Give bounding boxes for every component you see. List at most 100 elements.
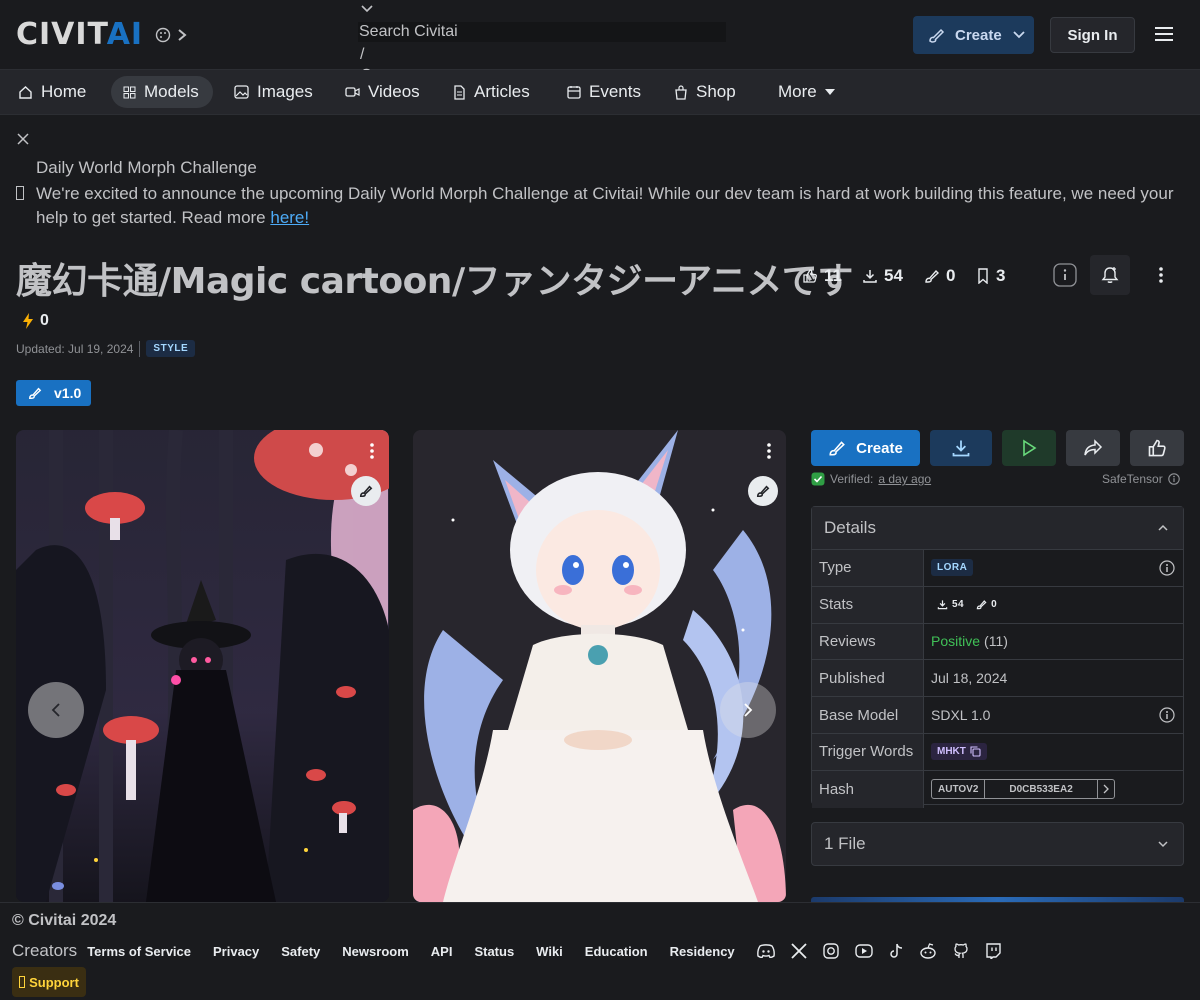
details-row-hash: Hash AUTOV2 D0CB533EA2 <box>812 770 1183 808</box>
twitch-icon[interactable] <box>985 943 1001 959</box>
download-button[interactable] <box>930 430 992 466</box>
github-icon[interactable] <box>953 943 969 959</box>
brush-icon <box>927 26 945 44</box>
chevron-down-icon <box>1012 30 1026 40</box>
verified-info: Verified: a day ago <box>811 472 931 486</box>
x-icon[interactable] <box>791 943 807 959</box>
download-icon <box>937 599 948 610</box>
share-button[interactable] <box>1066 430 1120 466</box>
info-icon[interactable] <box>1167 473 1180 485</box>
carousel-next-button[interactable] <box>720 682 776 738</box>
page-title: 魔幻卡通/Magic cartoon/ファンタジーアニメです <box>16 261 853 302</box>
card-menu-icon[interactable] <box>766 442 772 460</box>
like-button[interactable] <box>1130 430 1184 466</box>
details-header[interactable]: Details <box>812 507 1183 550</box>
category-badge[interactable]: STYLE <box>146 340 196 357</box>
menu-icon[interactable] <box>1154 25 1174 43</box>
reviews-count: (11) <box>984 633 1008 650</box>
calendar-icon <box>567 85 581 99</box>
more-options-icon[interactable] <box>1141 255 1181 295</box>
nav-item-images[interactable]: Images <box>226 76 321 108</box>
support-button[interactable]: Support <box>12 967 86 997</box>
support-icon <box>19 976 26 988</box>
logo[interactable]: CIVITAI <box>16 19 187 51</box>
footer-link-wiki[interactable]: Wiki <box>536 944 563 959</box>
carousel-prev-button[interactable] <box>28 682 84 738</box>
likes-stat: 11 <box>796 262 848 290</box>
youtube-icon[interactable] <box>854 944 873 958</box>
nav-item-more[interactable]: More <box>770 76 843 108</box>
footer-link-safety[interactable]: Safety <box>281 944 320 959</box>
chevron-right-icon <box>743 702 753 718</box>
footer: © Civitai 2024 Creators Terms of Service… <box>0 902 1200 1000</box>
notify-bell-icon[interactable] <box>1090 255 1130 295</box>
social-links <box>756 943 1001 959</box>
generations-stat: 0 <box>918 262 961 290</box>
banner-text: We're excited to announce the upcoming D… <box>36 184 1174 227</box>
info-icon[interactable] <box>1159 707 1175 723</box>
stats-downloads: 54 <box>931 596 970 613</box>
details-row-trigger-words: Trigger Words MHKT <box>812 733 1183 771</box>
footer-link-newsroom[interactable]: Newsroom <box>342 944 408 959</box>
gallery-image-1[interactable] <box>16 430 389 902</box>
updated-info: Updated: Jul 19, 2024 STYLE <box>16 340 196 357</box>
caret-down-icon <box>824 89 835 95</box>
info-icon[interactable] <box>1045 255 1085 295</box>
chevron-down-icon <box>1157 840 1169 848</box>
sign-in-button[interactable]: Sign In <box>1050 17 1135 53</box>
nav-item-events[interactable]: Events <box>559 76 649 108</box>
close-icon[interactable] <box>17 133 29 145</box>
trigger-word-chip[interactable]: MHKT <box>931 743 987 761</box>
copy-icon <box>970 746 981 757</box>
video-icon <box>345 86 360 98</box>
megaphone-icon <box>16 186 24 200</box>
shield-check-icon <box>811 472 825 486</box>
nav-item-home[interactable]: Home <box>10 76 94 108</box>
logo-extras[interactable] <box>155 27 187 43</box>
footer-link-creators[interactable]: Creators <box>12 941 77 961</box>
reviews-rating[interactable]: Positive <box>931 633 980 649</box>
footer-link-residency[interactable]: Residency <box>670 944 735 959</box>
footer-link-terms[interactable]: Terms of Service <box>87 944 191 959</box>
reddit-icon[interactable] <box>919 943 937 959</box>
details-row-reviews: Reviews Positive (11) <box>812 623 1183 661</box>
discord-icon[interactable] <box>756 944 775 958</box>
buzz-tips[interactable]: 0 <box>16 308 55 334</box>
instagram-icon[interactable] <box>822 943 839 959</box>
nav-item-videos[interactable]: Videos <box>337 76 428 108</box>
gallery-image-2[interactable] <box>413 430 786 902</box>
remix-icon[interactable] <box>748 476 778 506</box>
search-input[interactable] <box>358 22 726 42</box>
nav-item-shop[interactable]: Shop <box>666 76 744 108</box>
footer-links: Creators Terms of Service Privacy Safety… <box>12 941 1001 961</box>
palette-icon <box>155 27 171 43</box>
card-menu-icon[interactable] <box>369 442 375 460</box>
nav-item-articles[interactable]: Articles <box>445 76 538 108</box>
files-accordion[interactable]: 1 File <box>811 822 1184 866</box>
hash-box[interactable]: AUTOV2 D0CB533EA2 <box>931 779 1115 800</box>
create-button[interactable]: Create <box>913 16 1034 54</box>
version-chip[interactable]: v1.0 <box>16 380 91 406</box>
bag-icon <box>674 84 688 100</box>
generate-create-button[interactable]: Create <box>811 430 920 466</box>
share-icon <box>1083 439 1103 457</box>
banner-read-more-link[interactable]: here! <box>270 208 309 227</box>
remix-icon[interactable] <box>351 476 381 506</box>
footer-link-api[interactable]: API <box>431 944 453 959</box>
safetensor-info: SafeTensor <box>1102 472 1180 486</box>
thumbs-up-icon <box>1147 438 1167 458</box>
chevron-left-icon <box>51 702 61 718</box>
chevron-down-icon[interactable] <box>360 4 374 14</box>
footer-link-education[interactable]: Education <box>585 944 648 959</box>
info-icon[interactable] <box>1159 560 1175 576</box>
download-icon <box>862 268 878 284</box>
verified-date-link[interactable]: a day ago <box>878 472 931 486</box>
details-row-published: Published Jul 18, 2024 <box>812 660 1183 698</box>
tiktok-icon[interactable] <box>889 943 903 959</box>
nav-item-models[interactable]: Models <box>111 76 213 108</box>
footer-link-privacy[interactable]: Privacy <box>213 944 259 959</box>
download-icon <box>951 438 971 458</box>
try-play-button[interactable] <box>1002 430 1056 466</box>
footer-link-status[interactable]: Status <box>474 944 514 959</box>
witch-forest-illustration <box>16 430 389 902</box>
